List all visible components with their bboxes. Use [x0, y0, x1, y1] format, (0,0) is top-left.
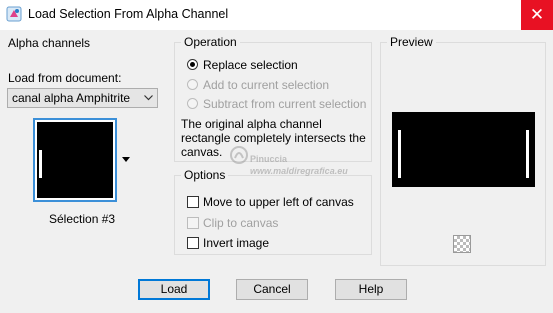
radio-dot: [190, 62, 195, 67]
replace-selection-label[interactable]: Replace selection: [203, 58, 298, 72]
thumbnail-label: Sélection #3: [49, 212, 116, 226]
preview-bar-right: [526, 130, 529, 178]
window-title: Load Selection From Alpha Channel: [28, 7, 229, 21]
close-button[interactable]: ✕: [521, 0, 553, 30]
subtract-selection-label[interactable]: Subtract from current selection: [203, 97, 366, 111]
chevron-down-icon: [144, 95, 153, 101]
add-selection-label[interactable]: Add to current selection: [203, 78, 329, 92]
info-text-line-3: canvas.: [181, 145, 223, 159]
watermark: Pinuccia www.maldiregrafica.eu: [224, 140, 374, 180]
load-button[interactable]: Load: [138, 279, 210, 300]
invert-image-checkbox[interactable]: [187, 237, 199, 249]
transparency-checker-icon[interactable]: [453, 235, 471, 253]
alpha-channels-heading: Alpha channels: [8, 36, 91, 50]
subtract-selection-radio[interactable]: [187, 98, 198, 109]
replace-selection-radio[interactable]: [187, 59, 198, 70]
title-bar: Load Selection From Alpha Channel ✕: [0, 0, 553, 30]
thumbnail-image: [37, 122, 113, 198]
watermark-line-2: www.maldiregrafica.eu: [250, 166, 348, 176]
watermark-line-1: Pinuccia: [250, 154, 288, 164]
cancel-button[interactable]: Cancel: [236, 279, 308, 300]
clip-to-canvas-label[interactable]: Clip to canvas: [203, 216, 278, 230]
move-upper-left-checkbox[interactable]: [187, 196, 199, 208]
move-upper-left-label[interactable]: Move to upper left of canvas: [203, 195, 354, 209]
preview-image: [392, 112, 535, 187]
load-from-label: Load from document:: [8, 71, 122, 85]
document-select[interactable]: canal alpha Amphitrite: [7, 88, 158, 108]
thumbnail-bar: [39, 150, 42, 178]
preview-bar-left: [398, 130, 401, 178]
preview-heading: Preview: [387, 34, 436, 50]
add-selection-radio[interactable]: [187, 79, 198, 90]
help-button[interactable]: Help: [335, 279, 407, 300]
operation-heading: Operation: [181, 34, 240, 50]
document-select-value: canal alpha Amphitrite: [12, 91, 131, 105]
thumbnail-dropdown-icon[interactable]: [118, 118, 134, 202]
psp-app-icon: [6, 6, 22, 22]
channel-thumbnail[interactable]: [33, 118, 117, 202]
options-heading: Options: [181, 167, 229, 183]
invert-image-label[interactable]: Invert image: [203, 236, 269, 250]
clip-to-canvas-checkbox[interactable]: [187, 217, 199, 229]
watermark-logo-icon: [230, 146, 248, 164]
info-text-line-1: The original alpha channel: [181, 117, 322, 131]
